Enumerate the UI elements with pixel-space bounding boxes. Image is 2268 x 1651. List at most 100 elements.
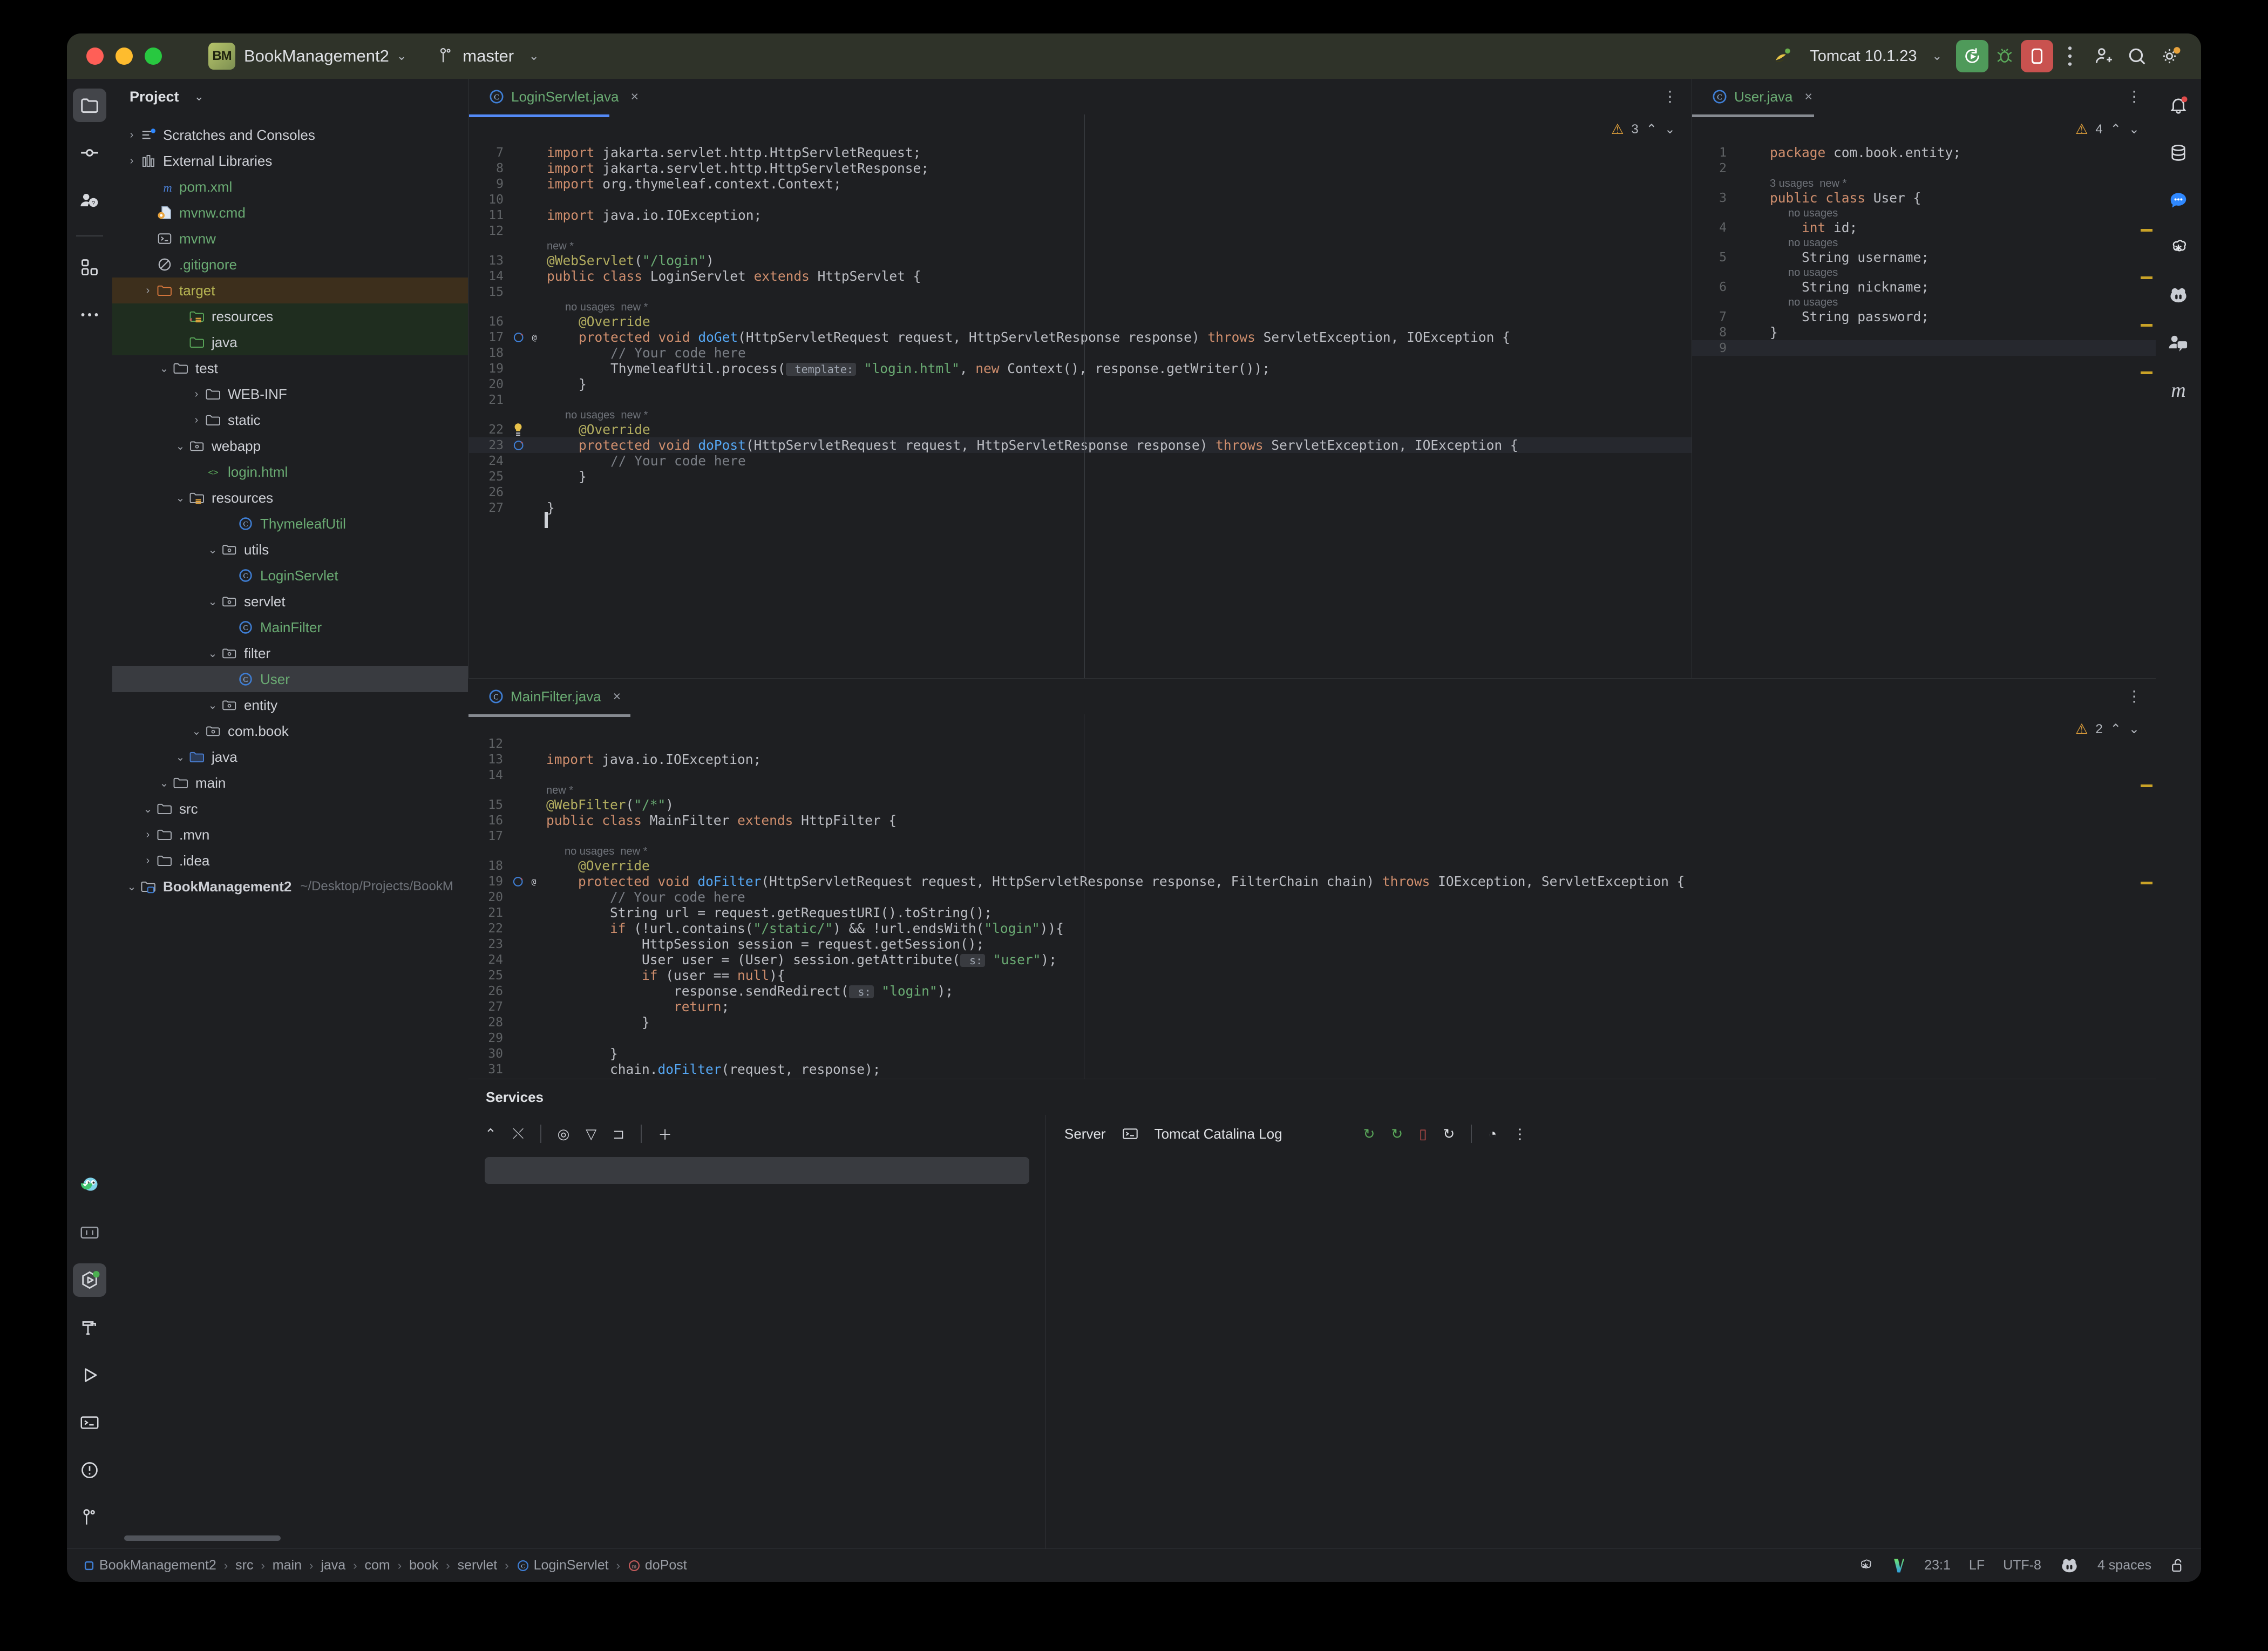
close-icon[interactable]: × (630, 89, 639, 105)
next-problem-icon[interactable]: ⌄ (1665, 121, 1675, 137)
code-line[interactable]: 4 int id; (1692, 220, 2156, 235)
code-line[interactable]: 16 public class MainFilter extends HttpFi… (468, 813, 2156, 828)
tree-node-src[interactable]: ⌄ src (112, 796, 468, 822)
code-line[interactable]: 7 import jakarta.servlet.http.HttpServlet… (469, 145, 1692, 160)
add-collaborator-icon[interactable] (2087, 39, 2120, 73)
tab-server[interactable]: Server (1064, 1126, 1106, 1142)
breadcrumb-item[interactable]: servlet (458, 1558, 498, 1573)
close-window-button[interactable] (86, 48, 104, 65)
code-line[interactable]: 23 protected void doPost(HttpServletRequ… (469, 437, 1692, 453)
settings-icon[interactable] (2154, 39, 2187, 73)
vim-icon[interactable] (1892, 1558, 1906, 1574)
code-line[interactable]: 2 (1692, 160, 2156, 176)
code-editor-loginservlet[interactable]: ⚠ 3 ⌃ ⌄ 7 import jakarta.servlet.http.Htt… (469, 114, 1692, 678)
code-line[interactable]: 22 @Override (469, 422, 1692, 437)
tree-node-com-book[interactable]: ⌄ com.book (112, 718, 468, 744)
tree-node--idea[interactable]: › .idea (112, 848, 468, 874)
problems-icon[interactable] (73, 1453, 106, 1487)
code-line[interactable]: 28 } (468, 1014, 2156, 1030)
tree-node-bookmanagement2[interactable]: ⌄ BookManagement2 ~/Desktop/Projects/BookM (112, 874, 468, 899)
profiler-icon[interactable]: ◔ (1488, 1126, 1497, 1142)
openai-icon[interactable] (2162, 231, 2195, 265)
tree-node-filter[interactable]: ⌄ filter (112, 640, 468, 666)
breadcrumb-item[interactable]: src (235, 1558, 253, 1573)
code-line[interactable]: 19 ThymeleafUtil.process( template: "log… (469, 361, 1692, 376)
code-line[interactable]: 21 (469, 392, 1692, 408)
chevron-down-icon[interactable]: ⌄ (205, 699, 220, 712)
code-line[interactable]: 20 } (469, 376, 1692, 392)
code-line[interactable]: 17 @ protected void doGet(HttpServletRequ… (469, 329, 1692, 345)
database-icon[interactable] (2162, 136, 2195, 170)
code-line[interactable]: 17 (468, 828, 2156, 844)
code-line[interactable]: 23 HttpSession session = request.getSess… (468, 936, 2156, 952)
build-icon[interactable] (73, 1311, 106, 1344)
code-line[interactable]: 9 (1692, 340, 2156, 356)
tab-tomcat-catalina-log[interactable]: Tomcat Catalina Log (1155, 1126, 1282, 1142)
structure-icon[interactable] (73, 1216, 106, 1249)
project-name-label[interactable]: BookManagement2 (244, 46, 389, 66)
commit-icon[interactable] (73, 136, 106, 170)
new-tab-icon[interactable]: ⊐ (613, 1126, 624, 1142)
more-actions-icon[interactable] (2053, 39, 2087, 73)
chevron-down-icon[interactable]: ⌄ (205, 647, 220, 660)
branch-selector[interactable]: master ⌄ (438, 46, 539, 66)
code-line[interactable]: 18 @Override (468, 858, 2156, 874)
editor-options-icon[interactable]: ⋮ (1662, 89, 1678, 104)
code-line[interactable]: 15 (469, 284, 1692, 300)
inspection-widget-user[interactable]: ⚠ 4 ⌃ ⌄ (2075, 121, 2140, 138)
run-icon[interactable] (1956, 40, 1988, 72)
code-line[interactable]: 27} (469, 500, 1692, 516)
tree-node-web-inf[interactable]: › WEB-INF (112, 381, 468, 407)
add-icon[interactable]: ＋ (658, 1124, 672, 1144)
error-stripe-mark[interactable] (2141, 371, 2152, 374)
code-line[interactable]: 25 if (user == null){ (468, 967, 2156, 983)
tab-user[interactable]: C User.java × (1704, 79, 1820, 114)
breadcrumb-item[interactable]: com (365, 1558, 390, 1573)
previous-problem-icon[interactable]: ⌃ (2110, 721, 2121, 737)
restart-icon[interactable]: ↻ (1443, 1126, 1455, 1142)
tab-loginservlet[interactable]: C LoginServlet.java × (481, 79, 646, 114)
chevron-down-icon[interactable]: ⌄ (397, 49, 406, 63)
code-line[interactable]: 12 (469, 223, 1692, 239)
run-configuration-selector[interactable]: Tomcat 10.1.23 ⌄ (1773, 46, 1942, 66)
notifications-icon[interactable] (2162, 89, 2195, 122)
editor-options-icon[interactable]: ⋮ (2127, 688, 2142, 704)
tree-node-webapp[interactable]: ⌄ webapp (112, 433, 468, 459)
rerun-debug-icon[interactable]: ↻ (1391, 1126, 1403, 1142)
ai-chat-icon[interactable] (2162, 184, 2195, 217)
code-line[interactable]: 1 package com.book.entity; (1692, 145, 2156, 160)
code-line[interactable]: 26 response.sendRedirect( s: "login"); (468, 983, 2156, 999)
collab-icon[interactable] (2162, 326, 2195, 360)
file-encoding[interactable]: UTF-8 (2003, 1558, 2041, 1573)
close-icon[interactable]: × (1804, 89, 1812, 105)
gutter-icons[interactable] (510, 438, 541, 452)
gutter-icons[interactable]: @ (510, 330, 541, 344)
code-editor-mainfilter[interactable]: ⚠ 2 ⌃ ⌄ 12 13 import java.io.IOException; 1… (468, 714, 2156, 1079)
debug-icon[interactable] (1988, 40, 2021, 72)
gutter-icons[interactable]: @ (510, 875, 541, 889)
expand-collapse-icon[interactable]: ⌃ (485, 1126, 497, 1142)
chevron-down-icon[interactable]: ⌄ (173, 439, 188, 453)
code-line[interactable]: 8 import jakarta.servlet.http.HttpServlet… (469, 160, 1692, 176)
chevron-down-icon[interactable]: ⌄ (205, 543, 220, 557)
code-line[interactable]: 24 User user = (User) session.getAttribu… (468, 952, 2156, 967)
code-line[interactable]: 14 public class LoginServlet extends Http… (469, 268, 1692, 284)
copilot-icon[interactable] (2060, 1558, 2079, 1574)
code-line[interactable]: 14 (468, 767, 2156, 783)
tree-node-java[interactable]: java (112, 329, 468, 355)
chevron-right-icon[interactable]: › (124, 129, 139, 141)
code-line[interactable]: 10 (469, 192, 1692, 207)
code-line[interactable]: 6 String nickname; (1692, 279, 2156, 295)
tree-node-servlet[interactable]: ⌄ servlet (112, 588, 468, 614)
tree-node--mvn[interactable]: › .mvn (112, 822, 468, 848)
window-controls[interactable] (86, 48, 162, 65)
inspection-widget-mainfilter[interactable]: ⚠ 2 ⌃ ⌄ (2075, 721, 2140, 737)
services-icon[interactable] (73, 1263, 106, 1297)
breadcrumb[interactable]: BookManagement2 › src › main › java › com › book › s… (83, 1558, 687, 1573)
project-folder-icon[interactable] (73, 89, 106, 122)
collapse-all-icon[interactable]: ⤬ (513, 1125, 524, 1142)
tree-node-resources[interactable]: resources (112, 303, 468, 329)
pull-requests-icon[interactable]: ? (73, 184, 106, 217)
code-line[interactable]: 3 public class User { (1692, 190, 2156, 206)
tree-node-pom-xml[interactable]: m pom.xml (112, 174, 468, 200)
